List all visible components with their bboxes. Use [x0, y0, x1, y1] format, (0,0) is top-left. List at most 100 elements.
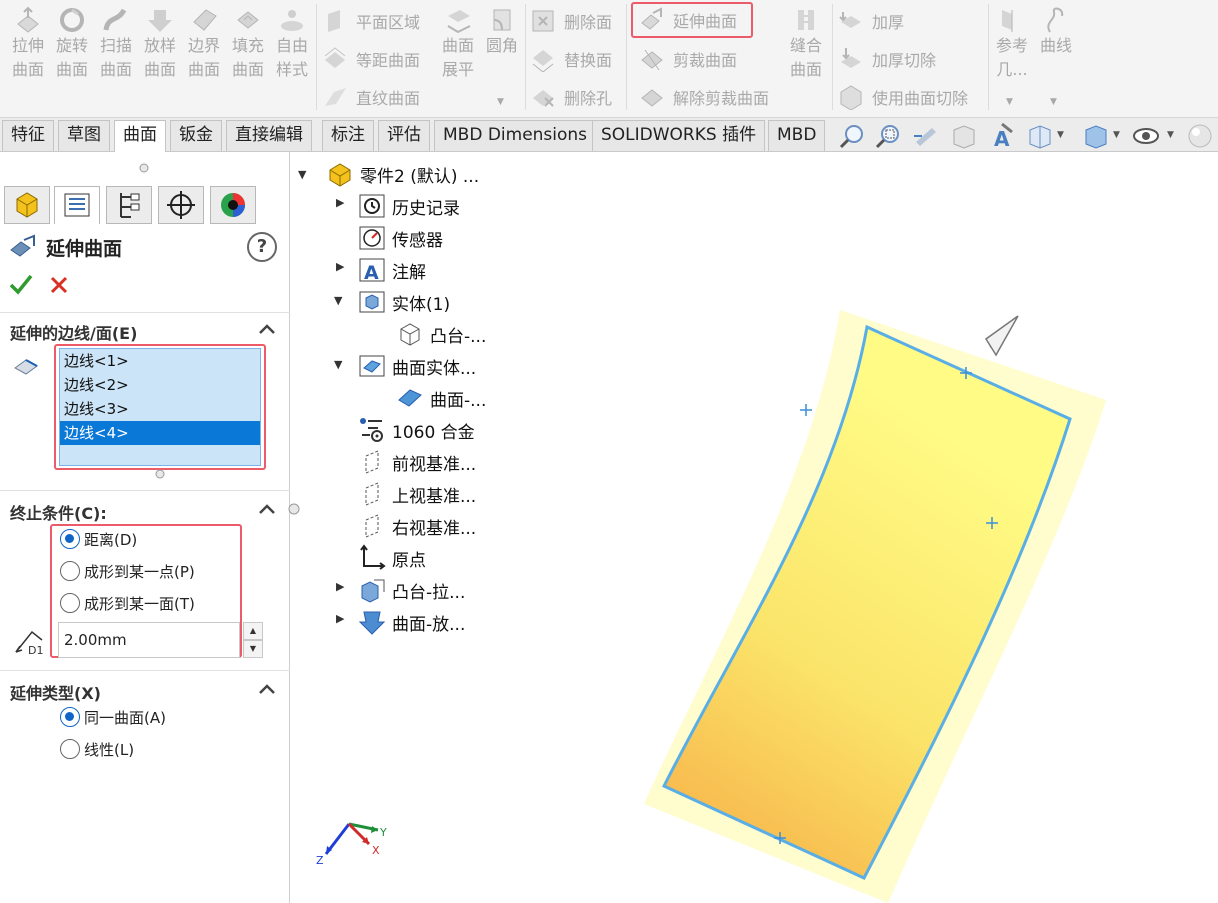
tree-node-front-plane[interactable]: 前视基准...: [358, 446, 476, 478]
extend-surface-button[interactable]: 延伸曲面: [631, 2, 754, 38]
offset-surface-button[interactable]: 等距曲面: [322, 42, 420, 76]
tree-node-material[interactable]: 1060 合金: [358, 414, 475, 446]
delete-hole-button[interactable]: 删除孔: [530, 80, 612, 114]
tree-node-solid-bodies[interactable]: 实体(1): [358, 286, 450, 318]
ruled-surface-button[interactable]: 直纹曲面: [322, 80, 420, 114]
reference-geometry-dropdown-caret[interactable]: ▼: [1006, 97, 1013, 107]
expand-arrow-icon[interactable]: ▶: [336, 580, 344, 593]
ok-checkmark-icon[interactable]: [8, 272, 34, 296]
tab-dimxpert-manager[interactable]: [158, 186, 204, 224]
view-orientation-dropdown-caret[interactable]: ▼: [1057, 130, 1064, 140]
list-item[interactable]: 边线<4>: [60, 421, 260, 445]
distance-spin-down[interactable]: ▼: [243, 640, 263, 658]
tree-node-boss-extrude[interactable]: 凸台-拉...: [358, 574, 465, 606]
tab-sketch[interactable]: 草图: [58, 120, 110, 151]
radio-same-surface[interactable]: 同一曲面(A): [60, 706, 166, 728]
expand-arrow-icon[interactable]: ▼: [334, 294, 342, 307]
replace-face-button[interactable]: 替换面: [530, 42, 612, 76]
dynamic-annotation-icon[interactable]: A: [988, 122, 1016, 150]
expand-arrow-icon[interactable]: ▶: [336, 260, 344, 273]
expand-arrow-icon[interactable]: ▼: [334, 358, 342, 371]
tab-solidworks-addins[interactable]: SOLIDWORKS 插件: [592, 120, 766, 151]
revolve-surface-icon: [60, 8, 84, 32]
expand-arrow-icon[interactable]: ▶: [336, 612, 344, 625]
list-item[interactable]: 边线<3>: [60, 397, 260, 421]
panel-grip-icon[interactable]: [138, 162, 150, 174]
thicken-button[interactable]: 加厚: [838, 4, 904, 38]
flatten-surface-button[interactable]: 曲面 展平: [436, 2, 480, 82]
extrude-surface-button[interactable]: 拉伸 曲面: [6, 2, 50, 82]
thickened-cut-button[interactable]: 加厚切除: [838, 42, 936, 76]
list-item[interactable]: 边线<2>: [60, 373, 260, 397]
tab-configuration-manager[interactable]: [106, 186, 152, 224]
curves-dropdown-caret[interactable]: ▼: [1050, 97, 1057, 107]
tree-node-annotations[interactable]: A 注解: [358, 254, 426, 286]
reference-geometry-button[interactable]: 参考 几...: [990, 2, 1034, 82]
radio-distance[interactable]: 距离(D): [60, 528, 137, 550]
section-view-icon[interactable]: [950, 122, 978, 150]
expand-arrow-icon[interactable]: ▼: [298, 168, 306, 181]
extension-direction-arrow[interactable]: [984, 315, 1019, 357]
tree-node-history[interactable]: 历史记录: [358, 190, 460, 222]
thicken-icon: [839, 12, 861, 28]
tree-node-right-plane[interactable]: 右视基准...: [358, 510, 476, 542]
fillet-button[interactable]: 圆角: [480, 2, 524, 58]
view-orientation-icon[interactable]: [1026, 122, 1054, 150]
tab-sheet-metal[interactable]: 钣金: [170, 120, 222, 151]
delete-face-button[interactable]: 删除面: [530, 4, 612, 38]
tree-node-part[interactable]: 零件2 (默认) ...: [326, 158, 479, 190]
cut-with-surface-button[interactable]: 使用曲面切除: [838, 80, 968, 114]
hide-show-dropdown-caret[interactable]: ▼: [1167, 130, 1174, 140]
tab-property-manager[interactable]: [54, 186, 100, 224]
radio-up-to-point[interactable]: 成形到某一点(P): [60, 560, 195, 582]
distance-spin-up[interactable]: ▲: [243, 622, 263, 640]
tab-feature-manager[interactable]: [4, 186, 50, 224]
tab-surfaces[interactable]: 曲面: [114, 120, 166, 153]
previous-view-icon[interactable]: [912, 122, 940, 150]
list-item[interactable]: 边线<1>: [60, 349, 260, 373]
tree-node-body[interactable]: 凸台-...: [396, 318, 486, 350]
tab-direct-editing[interactable]: 直接编辑: [226, 120, 312, 151]
fill-surface-button[interactable]: 填充 曲面: [226, 2, 270, 82]
cancel-x-icon[interactable]: [48, 274, 70, 296]
tab-markup[interactable]: 标注: [322, 120, 374, 151]
tree-node-surface-body[interactable]: 曲面-...: [396, 382, 486, 414]
collapse-chevron-icon[interactable]: [257, 502, 277, 516]
revolve-surface-button[interactable]: 旋转 曲面: [50, 2, 94, 82]
freeform-button[interactable]: 自由 样式: [270, 2, 314, 82]
distance-input[interactable]: 2.00mm: [58, 622, 240, 658]
resize-grip-icon[interactable]: [154, 468, 166, 480]
knit-surface-button[interactable]: 缝合 曲面: [784, 2, 828, 82]
zoom-to-area-icon[interactable]: [874, 122, 902, 150]
sweep-surface-button[interactable]: 扫描 曲面: [94, 2, 138, 82]
hide-show-items-icon[interactable]: [1132, 122, 1160, 150]
display-style-dropdown-caret[interactable]: ▼: [1113, 130, 1120, 140]
collapse-chevron-icon[interactable]: [257, 322, 277, 336]
tree-node-surface-loft[interactable]: 曲面-放...: [358, 606, 465, 638]
tree-node-origin[interactable]: 原点: [358, 542, 426, 574]
radio-up-to-surface[interactable]: 成形到某一面(T): [60, 592, 195, 614]
trim-surface-button[interactable]: 剪裁曲面: [639, 42, 737, 76]
tab-display-manager[interactable]: [210, 186, 256, 224]
tab-evaluate[interactable]: 评估: [378, 120, 430, 151]
expand-arrow-icon[interactable]: ▶: [336, 196, 344, 209]
curves-button[interactable]: 曲线: [1034, 2, 1078, 58]
planar-surface-button[interactable]: 平面区域: [322, 4, 420, 38]
collapse-chevron-icon[interactable]: [257, 682, 277, 696]
untrim-surface-button[interactable]: 解除剪裁曲面: [639, 80, 769, 114]
tree-node-sensors[interactable]: 传感器: [358, 222, 443, 254]
radio-linear[interactable]: 线性(L): [60, 738, 134, 760]
fillet-dropdown-caret[interactable]: ▼: [497, 97, 504, 107]
help-button[interactable]: ?: [247, 232, 277, 262]
display-style-icon[interactable]: [1082, 122, 1110, 150]
tree-node-surface-bodies[interactable]: 曲面实体...: [358, 350, 476, 382]
tree-node-top-plane[interactable]: 上视基准...: [358, 478, 476, 510]
edges-selection-list[interactable]: 边线<1> 边线<2> 边线<3> 边线<4>: [59, 348, 261, 466]
zoom-to-fit-icon[interactable]: [838, 122, 866, 150]
loft-surface-button[interactable]: 放样 曲面: [138, 2, 182, 82]
appearance-icon[interactable]: [1186, 122, 1214, 150]
tab-features[interactable]: 特征: [2, 120, 54, 151]
tab-mbd-dimensions[interactable]: MBD Dimensions: [434, 120, 597, 151]
tab-mbd[interactable]: MBD: [768, 120, 826, 151]
boundary-surface-button[interactable]: 边界 曲面: [182, 2, 226, 82]
